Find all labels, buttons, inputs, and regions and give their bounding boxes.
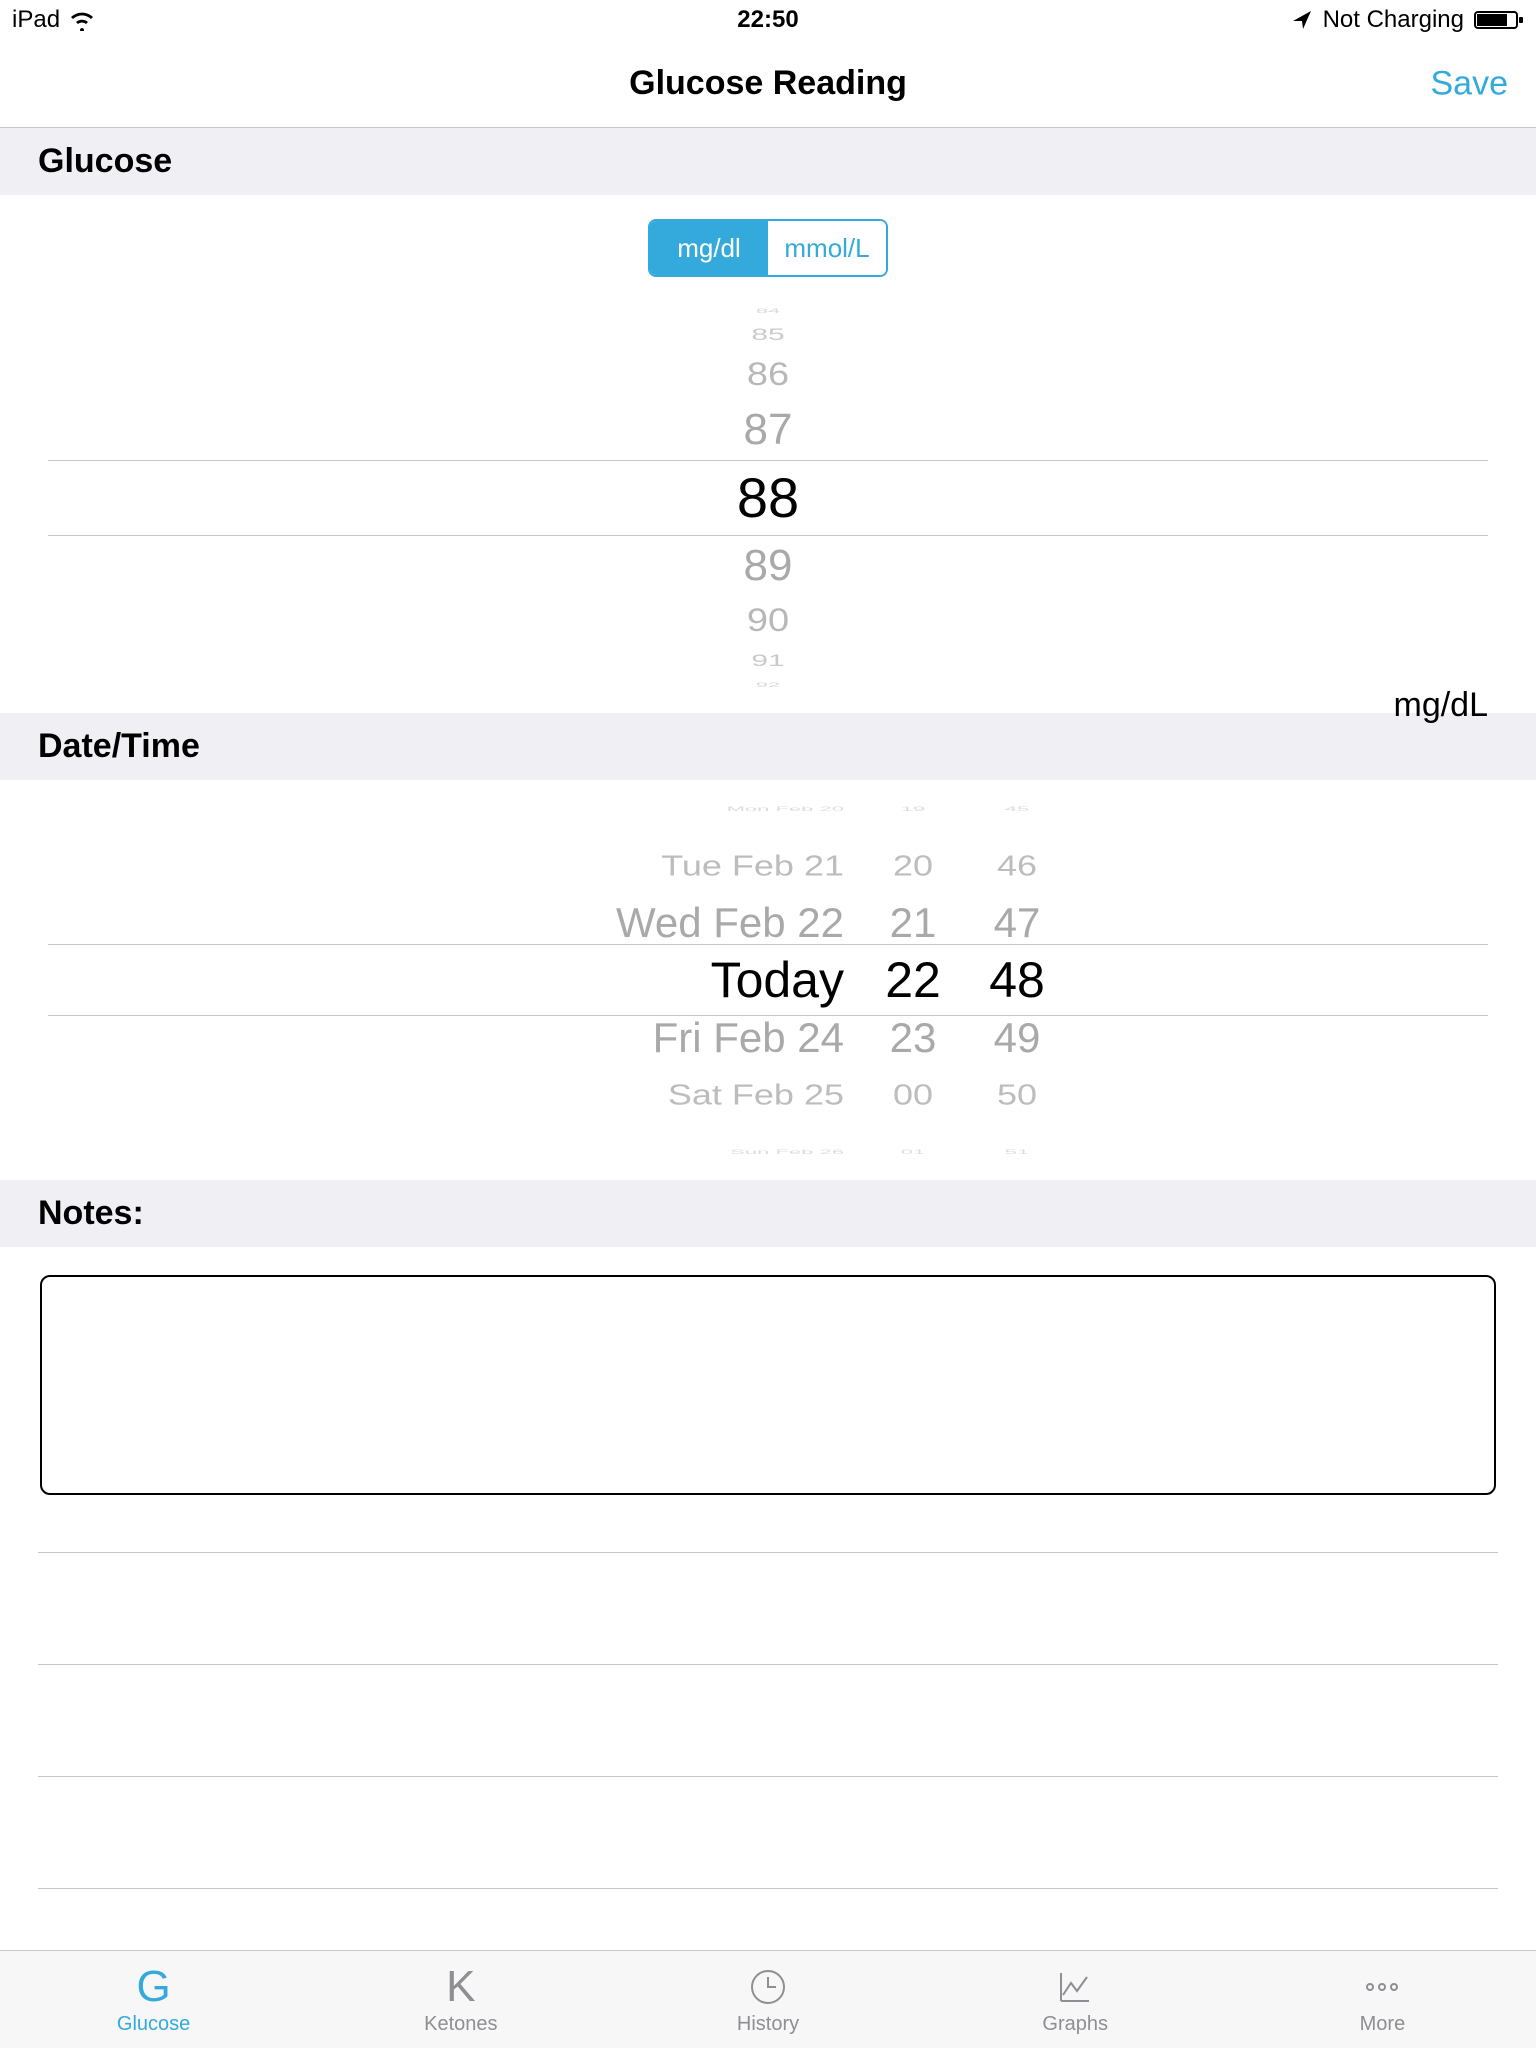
separator — [38, 1777, 1498, 1889]
tab-glucose[interactable]: G Glucose — [0, 1951, 307, 2048]
date-day: Wed Feb 22 — [484, 899, 844, 947]
date-hour-selected: 22 — [878, 951, 948, 1009]
glucose-icon: G — [136, 1963, 170, 2011]
tab-label: Graphs — [1042, 2013, 1108, 2036]
device-label: iPad — [12, 6, 60, 34]
section-header-glucose: Glucose — [0, 128, 1536, 195]
date-minute-selected: 48 — [982, 951, 1052, 1009]
date-day: Fri Feb 24 — [484, 1014, 844, 1062]
date-minute: 45 — [982, 805, 1052, 813]
picker-value: 86 — [747, 354, 789, 397]
picker-value: 90 — [747, 600, 789, 643]
unit-suffix: mg/dL — [1394, 686, 1489, 725]
tab-graphs[interactable]: Graphs — [922, 1951, 1229, 2048]
section-header-datetime: Date/Time — [0, 713, 1536, 780]
segmented-control[interactable]: mg/dl mmol/L — [648, 219, 888, 277]
date-minute: 49 — [982, 1014, 1052, 1062]
tab-label: Ketones — [424, 2013, 497, 2036]
unit-mmoll[interactable]: mmol/L — [768, 221, 886, 275]
tab-ketones[interactable]: K Ketones — [307, 1951, 614, 2048]
status-bar: iPad 22:50 Not Charging — [0, 0, 1536, 40]
tab-label: History — [737, 2013, 799, 2036]
battery-icon — [1474, 9, 1524, 31]
picker-value: 85 — [751, 327, 784, 344]
date-day: Mon Feb 20 — [484, 805, 844, 813]
picker-value: 84 — [756, 308, 780, 313]
picker-value: 87 — [744, 400, 793, 460]
separator-lines — [38, 1505, 1498, 1889]
tab-label: Glucose — [117, 2013, 190, 2036]
picker-value: 89 — [744, 536, 793, 596]
tab-bar: G Glucose K Ketones History Graphs More — [0, 1950, 1536, 2048]
date-minute: 47 — [982, 899, 1052, 947]
tab-more[interactable]: More — [1229, 1951, 1536, 2048]
page-title: Glucose Reading — [629, 64, 907, 103]
more-icon — [1362, 1963, 1402, 2011]
location-icon — [1291, 9, 1313, 31]
tab-history[interactable]: History — [614, 1951, 921, 2048]
date-hour: 19 — [878, 805, 948, 813]
picker-value: 92 — [756, 682, 780, 687]
date-minute: 50 — [982, 1078, 1052, 1112]
picker-value: 91 — [751, 653, 784, 670]
section-header-notes: Notes: — [0, 1180, 1536, 1247]
notes-textarea[interactable] — [40, 1275, 1496, 1495]
ketones-icon: K — [446, 1963, 475, 2011]
tab-label: More — [1360, 2013, 1406, 2036]
unit-toggle: mg/dl mmol/L — [0, 195, 1536, 283]
date-hour: 23 — [878, 1014, 948, 1062]
glucose-value-picker[interactable]: 84 85 86 87 88 89 90 91 92 mg/dL — [0, 283, 1536, 713]
separator — [38, 1553, 1498, 1665]
date-minute: 46 — [982, 849, 1052, 883]
date-day: Sat Feb 25 — [484, 1078, 844, 1112]
nav-bar: Glucose Reading Save — [0, 40, 1536, 128]
unit-mgdl[interactable]: mg/dl — [650, 221, 768, 275]
save-button[interactable]: Save — [1431, 64, 1509, 103]
date-hour: 21 — [878, 899, 948, 947]
picker-value-selected: 88 — [737, 460, 799, 536]
graphs-icon — [1055, 1963, 1095, 2011]
history-icon — [748, 1963, 788, 2011]
date-day-selected: Today — [484, 951, 844, 1009]
date-hour: 20 — [878, 849, 948, 883]
charging-label: Not Charging — [1323, 6, 1464, 34]
notes-container — [0, 1247, 1536, 1505]
separator — [38, 1505, 1498, 1553]
datetime-picker[interactable]: Mon Feb 20 19 45 Tue Feb 21 20 46 Wed Fe… — [0, 780, 1536, 1180]
date-hour: 01 — [878, 1148, 948, 1156]
status-time: 22:50 — [737, 6, 798, 34]
separator — [38, 1665, 1498, 1777]
wifi-icon — [68, 9, 96, 31]
date-day: Tue Feb 21 — [484, 849, 844, 883]
date-hour: 00 — [878, 1078, 948, 1112]
date-day: Sun Feb 26 — [484, 1148, 844, 1156]
date-minute: 51 — [982, 1148, 1052, 1156]
